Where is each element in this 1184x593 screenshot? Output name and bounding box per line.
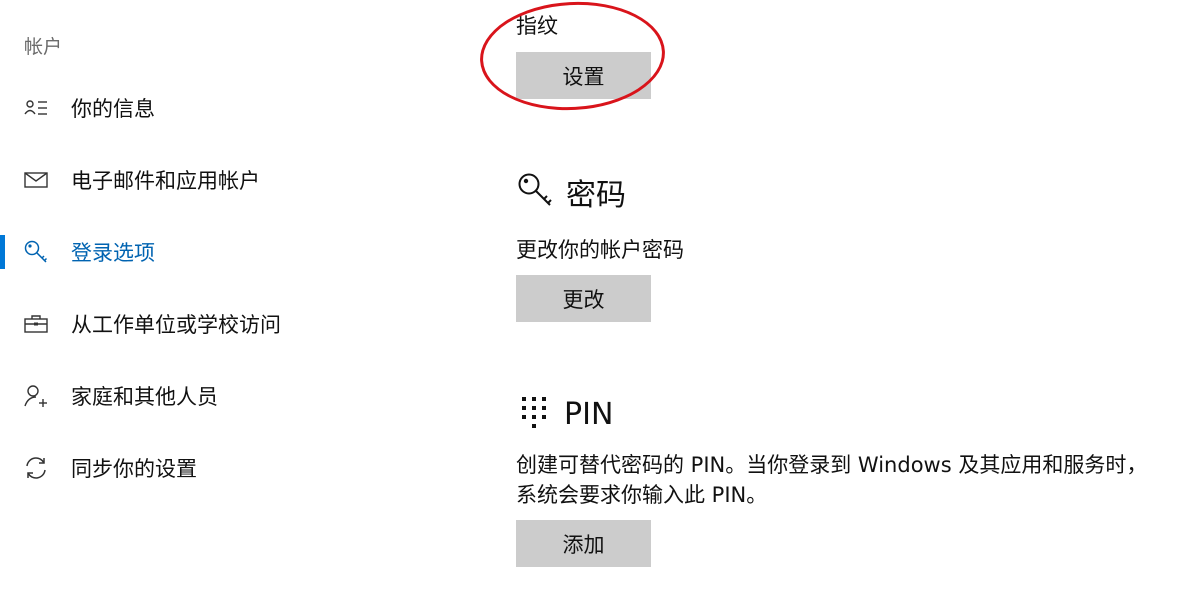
sidebar-item-your-info[interactable]: 你的信息 (0, 88, 470, 128)
active-indicator (0, 235, 5, 269)
fingerprint-label: 指纹 (516, 14, 558, 38)
sidebar-item-label: 同步你的设置 (71, 457, 197, 481)
pin-heading: PIN (520, 395, 613, 433)
keypad-icon (520, 395, 548, 433)
sidebar-item-sync-settings[interactable]: 同步你的设置 (0, 448, 470, 488)
sidebar: 帐户 你的信息 电子邮件和应用帐户 登录选项 从工作单位或学校访问 家庭和其他人… (0, 0, 470, 593)
password-heading: 密码 (516, 170, 626, 214)
key-icon (516, 171, 554, 213)
key-icon (22, 238, 50, 266)
pin-title: PIN (564, 396, 614, 432)
pin-add-button[interactable]: 添加 (516, 520, 651, 567)
sidebar-item-label: 家庭和其他人员 (71, 385, 218, 409)
password-title: 密码 (566, 178, 626, 213)
sidebar-section-title: 帐户 (24, 36, 63, 58)
password-change-button[interactable]: 更改 (516, 275, 651, 322)
password-description: 更改你的帐户密码 (516, 238, 684, 262)
pin-description-line-1: 创建可替代密码的 PIN。当你登录到 Windows 及其应用和服务时， (516, 453, 1148, 477)
sign-in-options-panel: 指纹 设置 密码 更改你的帐户密码 更改 PIN 创建可替代密码的 PIN。当你… (516, 0, 1184, 593)
sidebar-item-label: 从工作单位或学校访问 (71, 313, 281, 337)
sidebar-item-label: 登录选项 (71, 241, 155, 265)
pin-description-line-2: 系统会要求你输入此 PIN。 (516, 483, 768, 507)
mail-icon (22, 166, 50, 194)
person-list-icon (22, 94, 50, 122)
sidebar-item-label: 你的信息 (71, 97, 155, 121)
briefcase-icon (22, 310, 50, 338)
fingerprint-setup-button[interactable]: 设置 (516, 52, 651, 99)
sidebar-item-family-others[interactable]: 家庭和其他人员 (0, 376, 470, 416)
pin-description: 创建可替代密码的 PIN。当你登录到 Windows 及其应用和服务时， 系统会… (516, 450, 1181, 510)
person-add-icon (22, 382, 50, 410)
sync-icon (22, 454, 50, 482)
sidebar-item-sign-in-options[interactable]: 登录选项 (0, 232, 470, 272)
sidebar-item-email-accounts[interactable]: 电子邮件和应用帐户 (0, 160, 470, 200)
sidebar-item-label: 电子邮件和应用帐户 (71, 169, 260, 193)
sidebar-item-work-school[interactable]: 从工作单位或学校访问 (0, 304, 470, 344)
